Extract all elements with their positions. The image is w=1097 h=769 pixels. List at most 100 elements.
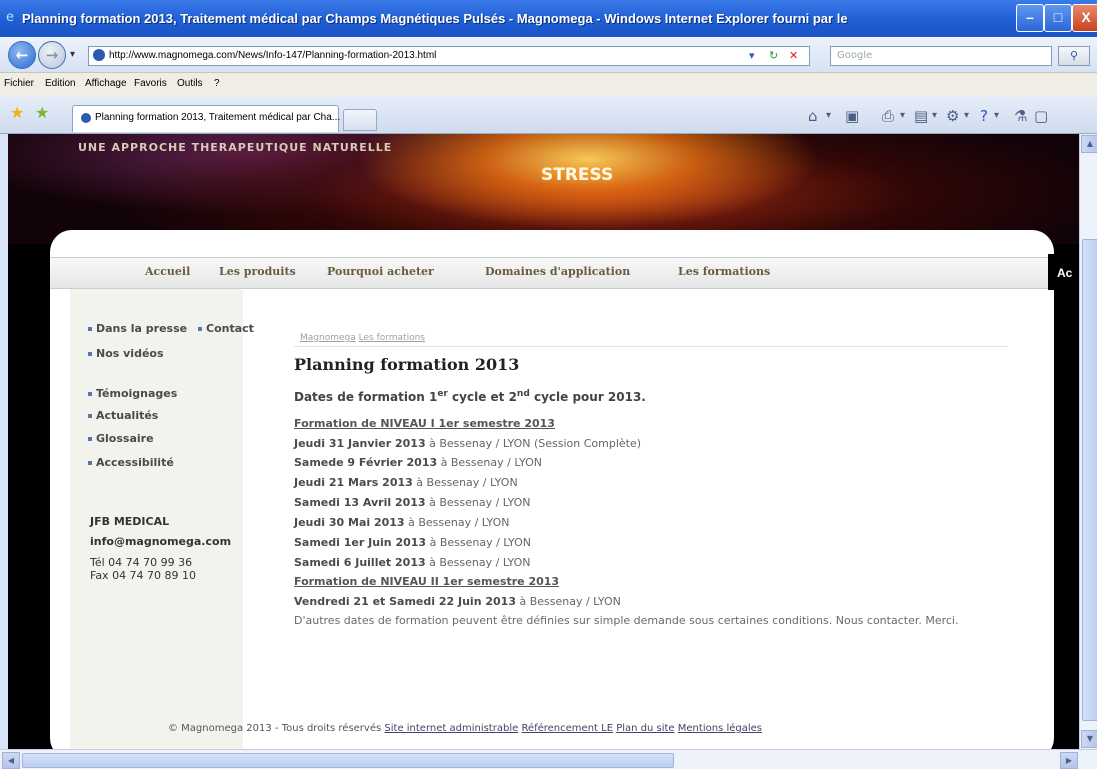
zoom-icon[interactable]: ▢ <box>1034 107 1048 125</box>
menu-affichage[interactable]: Affichage <box>85 76 127 92</box>
nav-formations[interactable]: Les formations <box>678 265 770 278</box>
nav-accueil[interactable]: Accueil <box>145 265 190 278</box>
company-email[interactable]: info@magnomega.com <box>90 534 231 549</box>
nav-overflow: Ac <box>1048 254 1079 290</box>
list-item: Samedi 13 Avril 2013 à Bessenay / LYON <box>294 496 531 509</box>
nav-produits[interactable]: Les produits <box>219 265 296 278</box>
footer-copyright: © Magnomega 2013 - Tous droits réservés <box>168 723 382 734</box>
forward-button[interactable]: → <box>38 41 66 69</box>
close-button[interactable]: X <box>1072 4 1097 32</box>
window-title: Planning formation 2013, Traitement médi… <box>22 11 848 26</box>
sidebar-item-contact[interactable]: Contact <box>198 322 254 335</box>
nav-domaines[interactable]: Domaines d'application <box>485 265 630 278</box>
banner-stress-link[interactable]: STRESS <box>541 165 613 185</box>
footer-link-site[interactable]: Site internet administrable <box>384 723 518 734</box>
header-banner: UNE APPROCHE THERAPEUTIQUE NATURELLE STR… <box>8 134 1079 244</box>
new-tab-button[interactable] <box>343 109 377 131</box>
page-title: Planning formation 2013 <box>294 355 520 374</box>
section-niveau-2: Formation de NIVEAU II 1er semestre 2013 <box>294 575 560 588</box>
note-text: D'autres dates de formation peuvent être… <box>294 614 959 627</box>
research-icon[interactable]: ⚗ <box>1014 107 1027 125</box>
menu-favoris[interactable]: Favoris <box>134 76 167 92</box>
print-dropdown-icon[interactable]: ▾ <box>900 107 905 125</box>
help-icon[interactable]: ? <box>980 107 988 125</box>
bullet-icon <box>88 352 92 356</box>
tab-favicon <box>81 113 91 123</box>
home-icon[interactable]: ⌂ <box>808 107 818 125</box>
section-niveau-1: Formation de NIVEAU I 1er semestre 2013 <box>294 417 555 430</box>
stop-icon[interactable]: ✕ <box>789 48 798 64</box>
search-placeholder: Google <box>837 50 873 61</box>
company-fax: Fax 04 74 70 89 10 <box>90 569 197 582</box>
page-viewport: UNE APPROCHE THERAPEUTIQUE NATURELLE STR… <box>8 134 1079 749</box>
url-text: http://www.magnomega.com/News/Info-147/P… <box>109 50 437 61</box>
menu-edition[interactable]: Edition <box>45 76 76 92</box>
breadcrumb-home[interactable]: Magnomega <box>300 333 356 343</box>
company-name: JFB MEDICAL <box>90 515 170 528</box>
maximize-button[interactable]: □ <box>1044 4 1072 32</box>
page-dropdown-icon[interactable]: ▾ <box>932 107 937 125</box>
search-icon[interactable]: ⚲ <box>1058 46 1090 66</box>
browser-window: e Planning formation 2013, Traitement mé… <box>0 0 1097 769</box>
vertical-scroll-thumb[interactable] <box>1082 239 1097 721</box>
scroll-left-icon[interactable]: ◀ <box>2 752 20 769</box>
search-input[interactable]: Google <box>830 46 1052 66</box>
site-favicon <box>93 49 105 61</box>
company-tel: Tél 04 74 70 99 36 <box>90 556 193 569</box>
list-item: Jeudi 30 Mai 2013 à Bessenay / LYON <box>294 516 510 529</box>
menu-fichier[interactable]: Fichier <box>4 76 34 92</box>
breadcrumb: Magnomega Les formations <box>300 333 425 343</box>
favorites-star-icon[interactable]: ★ <box>10 103 24 122</box>
nav-overflow-label[interactable]: Ac <box>1057 266 1072 280</box>
horizontal-scrollbar[interactable]: ◀ ▶ <box>0 749 1097 769</box>
horizontal-scroll-thumb[interactable] <box>22 753 674 768</box>
history-dropdown-icon[interactable]: ▾ <box>70 49 75 60</box>
sidebar-item-glossaire[interactable]: Glossaire <box>88 432 154 445</box>
bullet-icon <box>88 392 92 396</box>
page-subtitle: Dates de formation 1er cycle et 2nd cycl… <box>294 389 646 404</box>
url-field[interactable]: http://www.magnomega.com/News/Info-147/P… <box>88 46 810 66</box>
menu-outils[interactable]: Outils <box>177 76 203 92</box>
tools-dropdown-icon[interactable]: ▾ <box>964 107 969 125</box>
feeds-icon[interactable]: ▣ <box>845 107 859 125</box>
banner-tagline: UNE APPROCHE THERAPEUTIQUE NATURELLE <box>78 141 393 154</box>
sidebar-item-accessibilite[interactable]: Accessibilité <box>88 456 174 469</box>
nav-pourquoi-acheter[interactable]: Pourquoi acheter <box>327 265 434 278</box>
footer-link-referencement[interactable]: Référencement LE <box>521 723 613 734</box>
add-favorite-icon[interactable]: ★ <box>35 103 49 122</box>
sidebar-item-videos[interactable]: Nos vidéos <box>88 347 168 360</box>
sidebar-item-temoignages[interactable]: Témoignages <box>88 387 177 400</box>
url-dropdown-icon[interactable]: ▾ <box>749 48 755 64</box>
back-button[interactable]: ← <box>8 41 36 69</box>
list-item: Samedi 6 Juillet 2013 à Bessenay / LYON <box>294 556 531 569</box>
help-dropdown-icon[interactable]: ▾ <box>994 107 999 125</box>
menu-bar: Fichier Edition Affichage Favoris Outils… <box>0 72 1097 96</box>
scroll-up-icon[interactable]: ▲ <box>1081 135 1097 153</box>
page-icon[interactable]: ▤ <box>914 107 928 125</box>
tools-icon[interactable]: ⚙ <box>946 107 959 125</box>
list-item: Jeudi 21 Mars 2013 à Bessenay / LYON <box>294 476 518 489</box>
breadcrumb-formations[interactable]: Les formations <box>359 333 425 343</box>
refresh-icon[interactable]: ↻ <box>769 48 778 64</box>
scroll-down-icon[interactable]: ▼ <box>1081 730 1097 748</box>
footer: © Magnomega 2013 - Tous droits réservés … <box>168 723 762 734</box>
print-icon[interactable]: ⎙ <box>882 107 894 125</box>
minimize-button[interactable]: – <box>1016 4 1044 32</box>
footer-link-plan[interactable]: Plan du site <box>616 723 674 734</box>
tab-current[interactable]: Planning formation 2013, Traitement médi… <box>72 105 341 132</box>
tab-label: Planning formation 2013, Traitement médi… <box>95 112 341 123</box>
home-dropdown-icon[interactable]: ▾ <box>826 107 831 125</box>
list-item: Samedi 1er Juin 2013 à Bessenay / LYON <box>294 536 531 549</box>
footer-link-mentions[interactable]: Mentions légales <box>678 723 762 734</box>
address-bar: ← → ▾ http://www.magnomega.com/News/Info… <box>0 37 1097 72</box>
vertical-scrollbar[interactable]: ▲ ▼ <box>1079 134 1097 749</box>
bullet-icon <box>88 461 92 465</box>
scroll-right-icon[interactable]: ▶ <box>1060 752 1078 769</box>
list-item: Jeudi 31 Janvier 2013 à Bessenay / LYON … <box>294 437 642 450</box>
sidebar-item-presse[interactable]: Dans la presse <box>88 322 187 335</box>
bullet-icon <box>88 437 92 441</box>
menu-help[interactable]: ? <box>214 76 220 92</box>
list-item: Samede 9 Février 2013 à Bessenay / LYON <box>294 456 543 469</box>
sidebar-item-actualites[interactable]: Actualités <box>88 409 158 422</box>
ie-icon: e <box>6 10 14 25</box>
